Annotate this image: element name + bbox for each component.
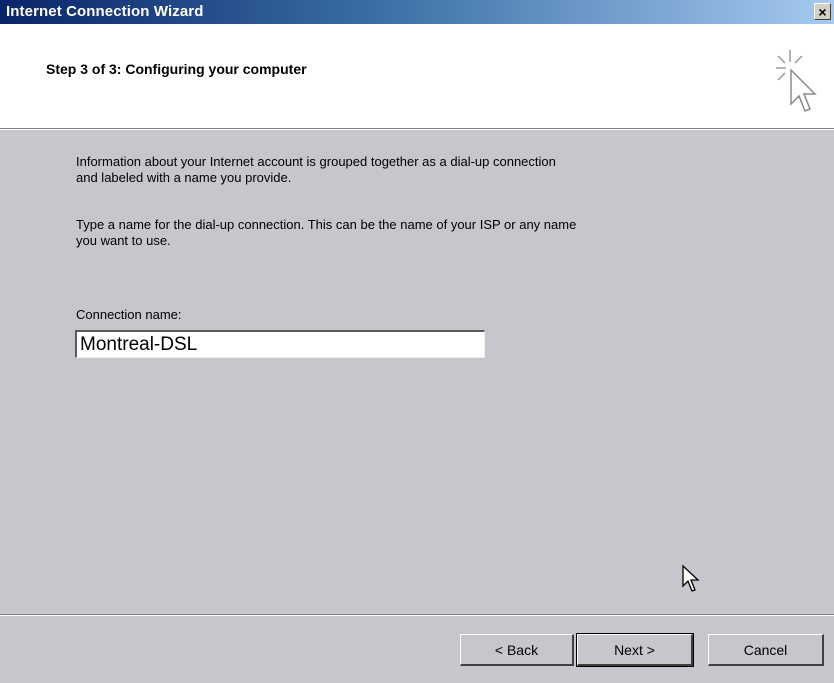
info-line-1: Information about your Internet account …: [76, 154, 556, 169]
info-line-2: and labeled with a name you provide.: [76, 170, 292, 185]
connection-name-input[interactable]: [75, 330, 485, 358]
instruction-line-1: Type a name for the dial-up connection. …: [76, 217, 577, 232]
wizard-cursor-sparkle-icon: [776, 50, 817, 112]
info-paragraph: Information about your Internet account …: [76, 154, 736, 186]
mouse-pointer-icon: [682, 564, 700, 592]
connection-name-label: Connection name:: [76, 307, 182, 322]
back-button[interactable]: < Back: [460, 634, 574, 666]
close-icon: ×: [818, 3, 827, 20]
next-button[interactable]: Next >: [576, 633, 694, 667]
instruction-line-2: you want to use.: [76, 233, 171, 248]
instruction-paragraph: Type a name for the dial-up connection. …: [76, 217, 736, 249]
wizard-header: Step 3 of 3: Configuring your computer: [0, 24, 834, 128]
close-button[interactable]: ×: [814, 3, 831, 20]
footer-separator-highlight: [0, 615, 834, 616]
window-title: Internet Connection Wizard: [6, 3, 204, 20]
header-separator-highlight: [0, 129, 834, 130]
step-title: Step 3 of 3: Configuring your computer: [46, 61, 307, 77]
title-bar: Internet Connection Wizard ×: [0, 0, 834, 24]
cancel-button[interactable]: Cancel: [708, 634, 824, 666]
